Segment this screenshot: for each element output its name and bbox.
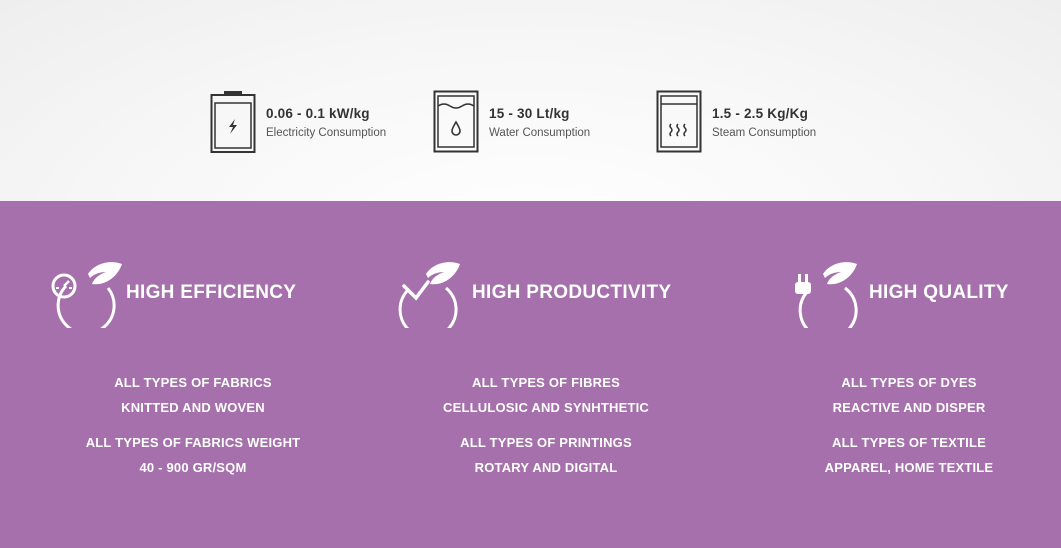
feature-title: HIGH PRODUCTIVITY [472, 282, 672, 303]
feature-line: 40 - 900 GR/SQM [139, 460, 247, 475]
feature-line: ALL TYPES OF FABRICS WEIGHT [85, 435, 301, 450]
feature-title: HIGH EFFICIENCY [126, 282, 297, 303]
feature-details-productivity: ALL TYPES OF FIBRES CELLULOSIC AND SYNHT… [386, 370, 706, 480]
feature-line: CELLULOSIC AND SYNHTHETIC [442, 400, 650, 415]
stat-value: 1.5 - 2.5 Kg/Kg [712, 105, 809, 121]
plug-leaf-icon [795, 262, 858, 328]
feature-line: ALL TYPES OF FIBRES [471, 375, 621, 390]
stat-value: 15 - 30 Lt/kg [489, 105, 570, 121]
stat-label: Steam Consumption [712, 126, 817, 139]
feature-title: HIGH QUALITY [869, 282, 1009, 303]
stat-label: Electricity Consumption [266, 126, 387, 139]
feature-line: ROTARY AND DIGITAL [474, 460, 618, 475]
gauge-leaf-icon [51, 262, 122, 328]
feature-line: ALL TYPES OF PRINTINGS [460, 435, 632, 450]
feature-line: ALL TYPES OF TEXTILE [832, 435, 986, 450]
consumption-section: 0.06 - 0.1 kW/kg Electricity Consumption… [0, 0, 1061, 201]
stat-value: 0.06 - 0.1 kW/kg [266, 105, 370, 121]
feature-line: ALL TYPES OF FABRICS [114, 375, 272, 390]
stat-steam: 1.5 - 2.5 Kg/Kg Steam Consumption [656, 90, 816, 154]
feature-line: ALL TYPES OF DYES [841, 375, 977, 390]
water-tank-icon [433, 90, 479, 153]
battery-bolt-icon [210, 91, 256, 153]
feature-high-efficiency: HIGH EFFICIENCY [50, 258, 296, 328]
feature-details-efficiency: ALL TYPES OF FABRICS KNITTED AND WOVEN A… [33, 370, 353, 480]
stat-electricity: 0.06 - 0.1 kW/kg Electricity Consumption [210, 90, 386, 154]
feature-high-productivity: HIGH PRODUCTIVITY [396, 258, 671, 328]
feature-details-quality: ALL TYPES OF DYES REACTIVE AND DISPER AL… [749, 370, 1061, 480]
stat-water: 15 - 30 Lt/kg Water Consumption [433, 90, 590, 154]
feature-high-quality: HIGH QUALITY [793, 258, 1009, 328]
check-leaf-icon [398, 262, 460, 328]
feature-line: REACTIVE AND DISPER [832, 400, 986, 415]
stat-label: Water Consumption [489, 126, 591, 139]
feature-line: APPAREL, HOME TEXTILE [824, 460, 994, 475]
steam-tank-icon [656, 90, 702, 153]
feature-line: KNITTED AND WOVEN [121, 400, 265, 415]
